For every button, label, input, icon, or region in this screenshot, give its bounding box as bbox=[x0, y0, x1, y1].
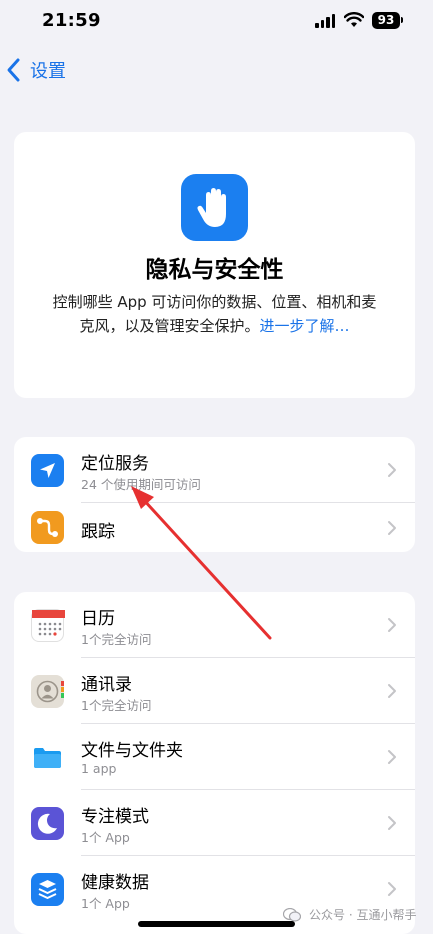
row-sublabel: 1 app bbox=[81, 761, 117, 776]
page-title: 隐私与安全性 bbox=[145, 257, 284, 283]
chevron-right-icon bbox=[388, 882, 396, 896]
privacy-hand-icon bbox=[181, 174, 248, 241]
chevron-left-icon bbox=[7, 58, 20, 82]
row-sublabel: 1个 App bbox=[81, 830, 130, 845]
watermark-text: 公众号 · 互通小帮手 bbox=[309, 908, 417, 922]
back-label: 设置 bbox=[30, 61, 66, 82]
battery-tip bbox=[401, 17, 403, 23]
wechat-icon bbox=[283, 907, 301, 922]
cellular-signal-icon bbox=[315, 14, 337, 28]
tracking-icon bbox=[31, 511, 64, 544]
health-data-icon bbox=[31, 872, 64, 906]
row-label: 文件与文件夹 bbox=[81, 741, 183, 761]
status-bar: 21:59 93 bbox=[0, 0, 433, 44]
chevron-right-icon bbox=[388, 520, 396, 535]
row-sublabel: 24 个使用期间可访问 bbox=[81, 477, 201, 492]
row-label: 健康数据 bbox=[81, 873, 149, 893]
folder-icon bbox=[31, 741, 64, 774]
calendar-icon bbox=[31, 608, 65, 642]
focus-moon-icon bbox=[31, 806, 64, 840]
learn-more-link[interactable]: 进一步了解… bbox=[260, 317, 350, 335]
row-label: 日历 bbox=[81, 609, 115, 629]
row-label: 跟踪 bbox=[81, 521, 115, 542]
privacy-header-card: 隐私与安全性 控制哪些 App 可访问你的数据、位置、相机和麦克风，以及管理安全… bbox=[14, 132, 415, 398]
row-label: 通讯录 bbox=[81, 675, 132, 695]
data-access-group: 日历 1个完全访问 通讯录 1个完全访问 文件与文件夹 1 app 专注模式 1… bbox=[14, 592, 415, 934]
contacts-icon bbox=[31, 674, 64, 708]
row-sublabel: 1个完全访问 bbox=[81, 632, 152, 647]
row-label: 定位服务 bbox=[81, 454, 149, 474]
row-contacts[interactable]: 通讯录 1个完全访问 bbox=[14, 658, 415, 724]
watermark: 公众号 · 互通小帮手 bbox=[283, 906, 416, 923]
row-calendar[interactable]: 日历 1个完全访问 bbox=[14, 592, 415, 658]
back-button[interactable]: 设置 bbox=[6, 56, 66, 84]
location-tracking-group: 定位服务 24 个使用期间可访问 跟踪 bbox=[14, 437, 415, 552]
row-sublabel: 1个完全访问 bbox=[81, 698, 152, 713]
location-icon bbox=[31, 453, 64, 487]
wifi-icon bbox=[344, 12, 364, 27]
row-files-folders[interactable]: 文件与文件夹 1 app bbox=[14, 724, 415, 790]
row-tracking[interactable]: 跟踪 bbox=[14, 503, 415, 552]
row-location-services[interactable]: 定位服务 24 个使用期间可访问 bbox=[14, 437, 415, 503]
page-description: 控制哪些 App 可访问你的数据、位置、相机和麦克风，以及管理安全保护。进一步了… bbox=[52, 290, 377, 338]
chevron-right-icon bbox=[388, 816, 396, 830]
status-time: 21:59 bbox=[42, 10, 101, 31]
row-sublabel: 1个 App bbox=[81, 896, 130, 911]
chevron-right-icon bbox=[388, 618, 396, 632]
row-label: 专注模式 bbox=[81, 807, 149, 827]
battery-indicator: 93 bbox=[372, 12, 400, 29]
row-focus[interactable]: 专注模式 1个 App bbox=[14, 790, 415, 856]
chevron-right-icon bbox=[388, 684, 396, 698]
home-indicator[interactable] bbox=[138, 921, 295, 927]
chevron-right-icon bbox=[388, 750, 396, 764]
chevron-right-icon bbox=[388, 463, 396, 477]
